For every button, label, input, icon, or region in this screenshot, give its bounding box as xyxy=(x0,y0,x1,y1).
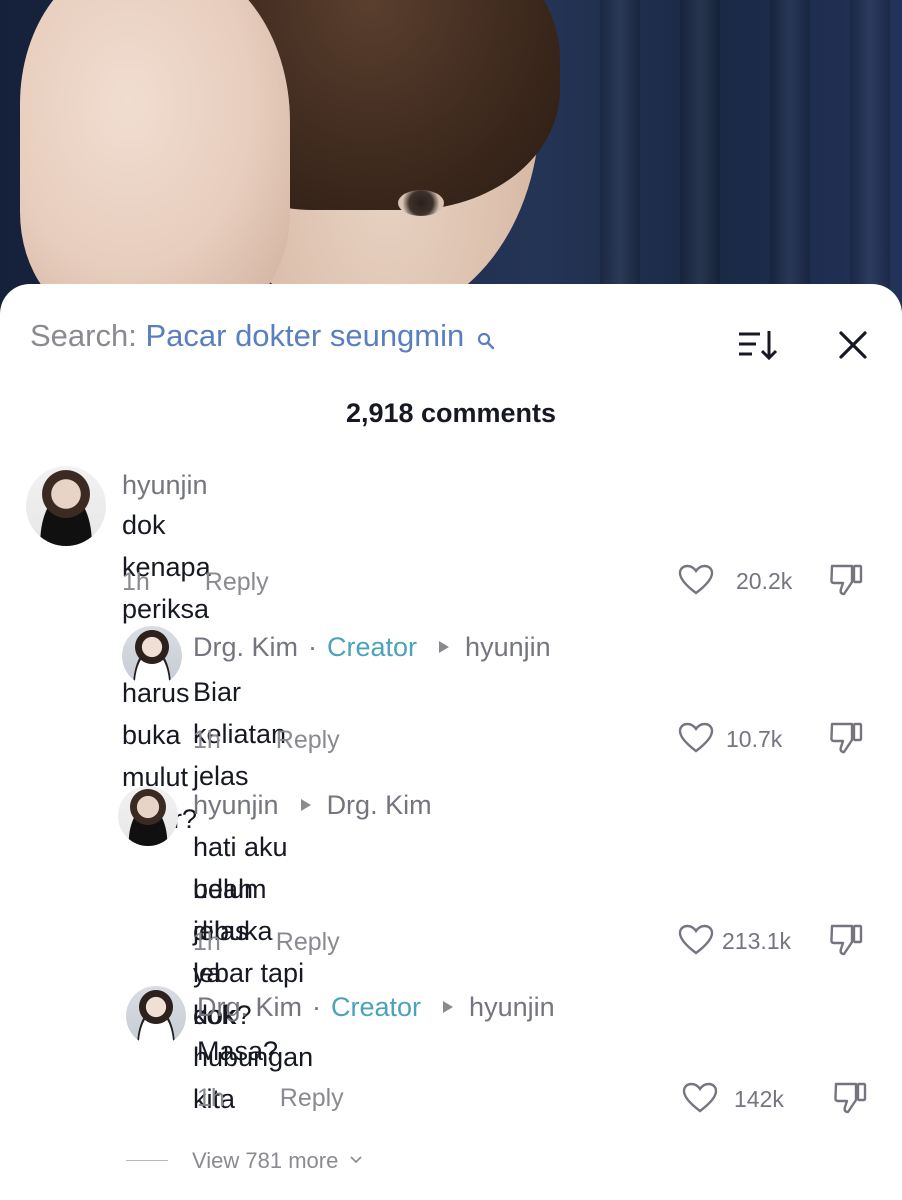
separator-dot: · xyxy=(308,632,318,662)
comment-time: 1h xyxy=(193,726,221,754)
search-suggestion[interactable]: Search: Pacar dokter seungmin xyxy=(30,318,495,354)
avatar[interactable] xyxy=(126,986,186,1046)
avatar[interactable] xyxy=(118,786,178,846)
creator-badge: Creator xyxy=(327,632,418,662)
comment-time: 1h xyxy=(122,568,150,596)
dislike-icon[interactable] xyxy=(828,562,864,598)
comment-author[interactable]: hyunjin xyxy=(193,790,279,820)
like-count: 20.2k xyxy=(736,568,793,594)
like-count: 10.7k xyxy=(726,726,783,752)
like-count: 213.1k xyxy=(722,928,792,954)
search-icon xyxy=(477,322,495,350)
dislike-icon[interactable] xyxy=(828,922,864,958)
reply-to-user[interactable]: hyunjin xyxy=(469,992,555,1022)
comment-time: 1h xyxy=(193,928,221,956)
reply-arrow-icon xyxy=(439,641,450,653)
heart-icon[interactable] xyxy=(682,1082,718,1114)
comment-text: Masa? xyxy=(197,1036,279,1066)
heart-icon[interactable] xyxy=(678,722,714,754)
reply-button[interactable]: Reply xyxy=(276,726,340,754)
reply-arrow-icon xyxy=(443,1001,454,1013)
video-eye-right xyxy=(398,190,444,216)
like-count: 142k xyxy=(734,1086,784,1112)
avatar[interactable] xyxy=(122,626,182,686)
separator-dot: · xyxy=(312,992,322,1022)
comment-count: 2,918 comments xyxy=(345,398,557,428)
sort-icon[interactable] xyxy=(736,328,780,362)
creator-badge: Creator xyxy=(331,992,422,1022)
view-more-label: View 781 more xyxy=(192,1148,339,1173)
reply-to-user[interactable]: hyunjin xyxy=(465,632,551,662)
reply-to-user[interactable]: Drg. Kim xyxy=(327,790,432,820)
comment-author[interactable]: Drg. Kim xyxy=(193,632,298,662)
dislike-icon[interactable] xyxy=(832,1080,868,1116)
dislike-icon[interactable] xyxy=(828,720,864,756)
reply-button[interactable]: Reply xyxy=(280,1084,344,1112)
chevron-down-icon xyxy=(350,1146,362,1164)
comments-sheet: Search: Pacar dokter seungmin 2,918 comm… xyxy=(0,284,902,1200)
reply-arrow-icon xyxy=(300,799,311,811)
search-term-link[interactable]: Pacar dokter seungmin xyxy=(145,318,464,353)
heart-icon[interactable] xyxy=(678,564,714,596)
view-more-replies-button[interactable]: View 781 more xyxy=(126,1146,362,1174)
heart-icon[interactable] xyxy=(678,924,714,956)
comment-author[interactable]: hyunjin xyxy=(122,470,208,500)
video-hand xyxy=(20,0,290,320)
divider-line xyxy=(126,1160,168,1161)
search-prefix: Search: xyxy=(30,318,137,353)
video-background[interactable] xyxy=(0,0,902,320)
avatar[interactable] xyxy=(26,466,106,546)
reply-button[interactable]: Reply xyxy=(276,928,340,956)
comment-author[interactable]: Drg. Kim xyxy=(197,992,302,1022)
close-icon[interactable] xyxy=(836,328,870,362)
reply-button[interactable]: Reply xyxy=(205,568,269,596)
comment-time: 1h xyxy=(197,1084,225,1112)
